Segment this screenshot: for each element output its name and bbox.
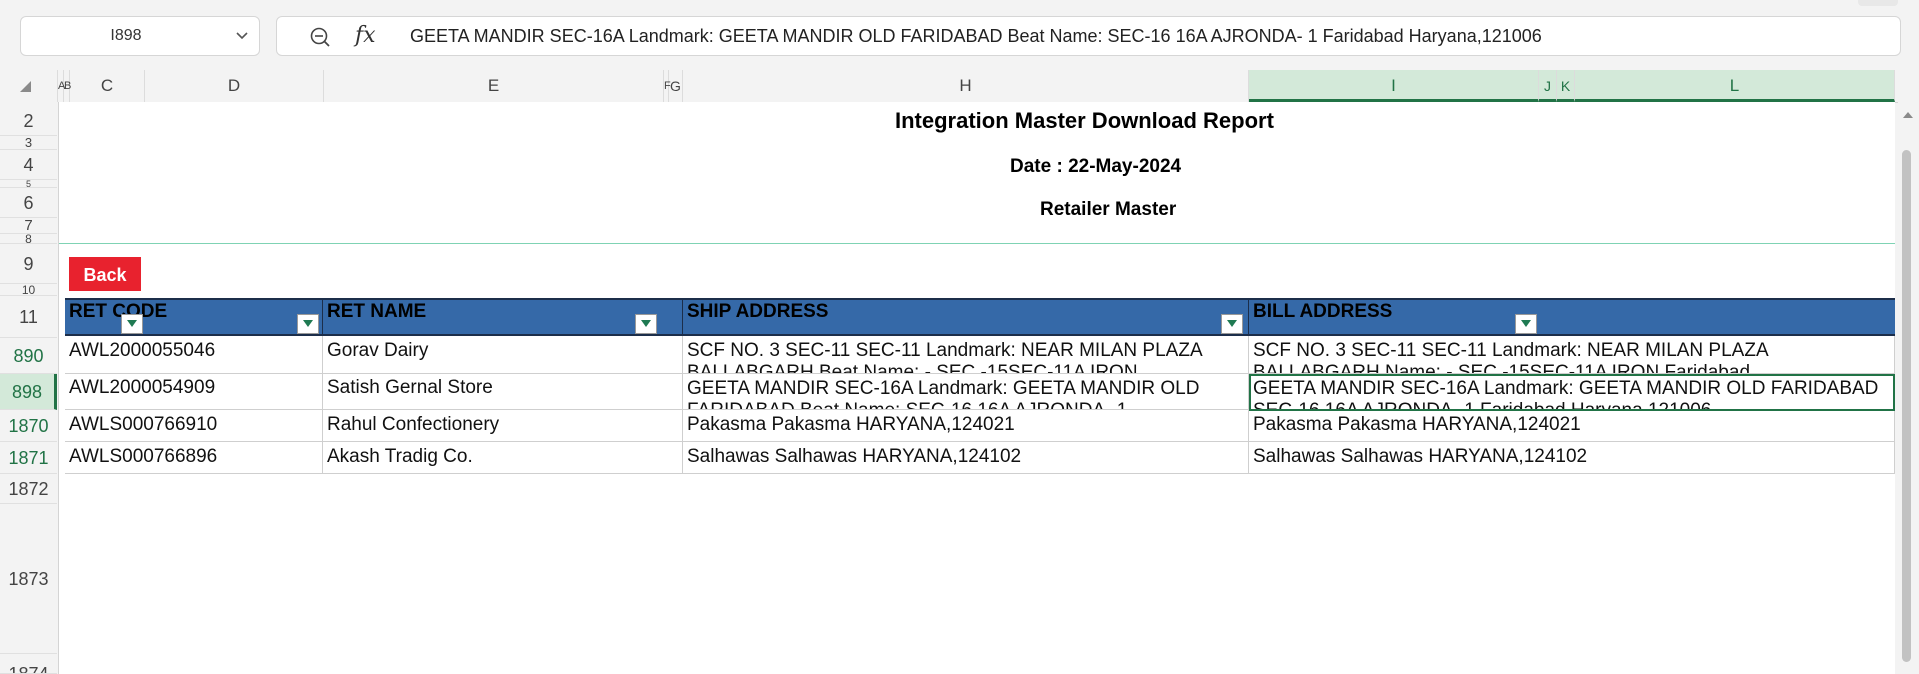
select-all-icon	[20, 81, 31, 92]
select-all-corner[interactable]	[0, 70, 58, 102]
table-header: RET CODE RET NAME SHIP ADDRESS BILL ADDR…	[65, 298, 1895, 336]
report-subtitle: Retailer Master	[1040, 199, 1177, 220]
cell-bill-address[interactable]: Pakasma Pakasma HARYANA,124021	[1249, 410, 1895, 441]
vertical-scrollbar[interactable]	[1898, 102, 1919, 674]
column-header-g[interactable]: G	[669, 70, 683, 102]
header-ret-code: RET CODE	[65, 300, 323, 334]
window-control-stub	[1858, 0, 1898, 6]
cell-bill-address[interactable]: SCF NO. 3 SEC-11 SEC-11 Landmark: NEAR M…	[1249, 336, 1895, 373]
cell-bill-address[interactable]: GEETA MANDIR SEC-16A Landmark: GEETA MAN…	[1249, 374, 1895, 409]
row-header-1871[interactable]: 1871	[0, 442, 57, 474]
function-icon[interactable]: fx	[355, 21, 376, 51]
divider	[59, 243, 1895, 244]
row-header-8[interactable]: 8	[0, 234, 57, 244]
row-header-890[interactable]: 890	[0, 338, 57, 374]
row-header-11[interactable]: 11	[0, 296, 57, 338]
row-header-7[interactable]: 7	[0, 218, 57, 234]
cell-ret-code[interactable]: AWL2000055046	[65, 336, 323, 373]
zoom-out-icon[interactable]	[309, 26, 331, 48]
report-date: Date : 22-May-2024	[1010, 156, 1182, 177]
cell-ship-address[interactable]: Pakasma Pakasma HARYANA,124021	[683, 410, 1249, 441]
row-header-4[interactable]: 4	[0, 150, 57, 180]
column-header-h[interactable]: H	[683, 70, 1249, 102]
row-header-bar: 2 3 4 5 6 7 8 9 10 11 890 898 1870 1871 …	[0, 102, 59, 674]
cell-ship-address[interactable]: Salhawas Salhawas HARYANA,124102	[683, 442, 1249, 473]
cell-ret-name[interactable]: Gorav Dairy	[323, 336, 683, 373]
row-header-3[interactable]: 3	[0, 136, 57, 150]
name-box-value: I898	[110, 27, 142, 44]
row-header-2[interactable]: 2	[0, 102, 57, 136]
cell-bill-address[interactable]: Salhawas Salhawas HARYANA,124102	[1249, 442, 1895, 473]
filter-dropdown-icon[interactable]	[1515, 314, 1537, 334]
cell-ret-name[interactable]: Satish Gernal Store	[323, 374, 683, 409]
sheet-grid[interactable]: Integration Master Download Report Date …	[59, 102, 1895, 674]
table-row: AWL2000055046 Gorav Dairy SCF NO. 3 SEC-…	[65, 336, 1895, 374]
scrollbar-thumb[interactable]	[1902, 150, 1911, 662]
row-header-1874[interactable]: 1874	[0, 654, 57, 674]
cell-ship-address[interactable]: SCF NO. 3 SEC-11 SEC-11 Landmark: NEAR M…	[683, 336, 1249, 373]
column-header-l[interactable]: L	[1575, 70, 1895, 102]
table-row: AWL2000054909 Satish Gernal Store GEETA …	[65, 374, 1895, 410]
filter-dropdown-icon[interactable]	[121, 314, 143, 334]
cell-ret-code[interactable]: AWLS000766896	[65, 442, 323, 473]
header-bill-address: BILL ADDRESS	[1249, 300, 1895, 334]
row-header-1873[interactable]: 1873	[0, 504, 57, 654]
column-header-c[interactable]: C	[70, 70, 145, 102]
column-header-i[interactable]: I	[1249, 70, 1539, 102]
column-header-d[interactable]: D	[145, 70, 324, 102]
filter-dropdown-icon[interactable]	[635, 314, 657, 334]
row-header-1872[interactable]: 1872	[0, 474, 57, 504]
column-header-k[interactable]: K	[1557, 70, 1575, 102]
column-header-e[interactable]: E	[324, 70, 664, 102]
scroll-up-icon[interactable]	[1903, 112, 1913, 118]
column-header-bar: A B C D E F G H I J K L	[0, 70, 1898, 103]
header-ret-name: RET NAME	[323, 300, 683, 334]
row-header-10[interactable]: 10	[0, 284, 57, 296]
column-header-j[interactable]: J	[1539, 70, 1557, 102]
table-row: AWLS000766896 Akash Tradig Co. Salhawas …	[65, 442, 1895, 474]
name-box[interactable]: I898	[20, 16, 260, 56]
cell-ret-name[interactable]: Akash Tradig Co.	[323, 442, 683, 473]
back-button[interactable]: Back	[69, 257, 141, 291]
row-header-6[interactable]: 6	[0, 188, 57, 218]
formula-content[interactable]: GEETA MANDIR SEC-16A Landmark: GEETA MAN…	[410, 17, 1542, 55]
cell-ret-code[interactable]: AWLS000766910	[65, 410, 323, 441]
table-row: AWLS000766910 Rahul Confectionery Pakasm…	[65, 410, 1895, 442]
report-title: Integration Master Download Report	[895, 108, 1274, 133]
cell-ship-address[interactable]: GEETA MANDIR SEC-16A Landmark: GEETA MAN…	[683, 374, 1249, 409]
cell-ret-code[interactable]: AWL2000054909	[65, 374, 323, 409]
filter-dropdown-icon[interactable]	[1221, 314, 1243, 334]
chevron-down-icon[interactable]	[235, 29, 249, 43]
row-header-898[interactable]: 898	[0, 374, 57, 410]
cell-ret-name[interactable]: Rahul Confectionery	[323, 410, 683, 441]
header-ship-address: SHIP ADDRESS	[683, 300, 1249, 334]
filter-dropdown-icon[interactable]	[297, 314, 319, 334]
row-header-5[interactable]: 5	[0, 180, 57, 188]
row-header-9[interactable]: 9	[0, 244, 57, 284]
row-header-1870[interactable]: 1870	[0, 410, 57, 442]
formula-bar[interactable]: fx GEETA MANDIR SEC-16A Landmark: GEETA …	[276, 16, 1901, 56]
